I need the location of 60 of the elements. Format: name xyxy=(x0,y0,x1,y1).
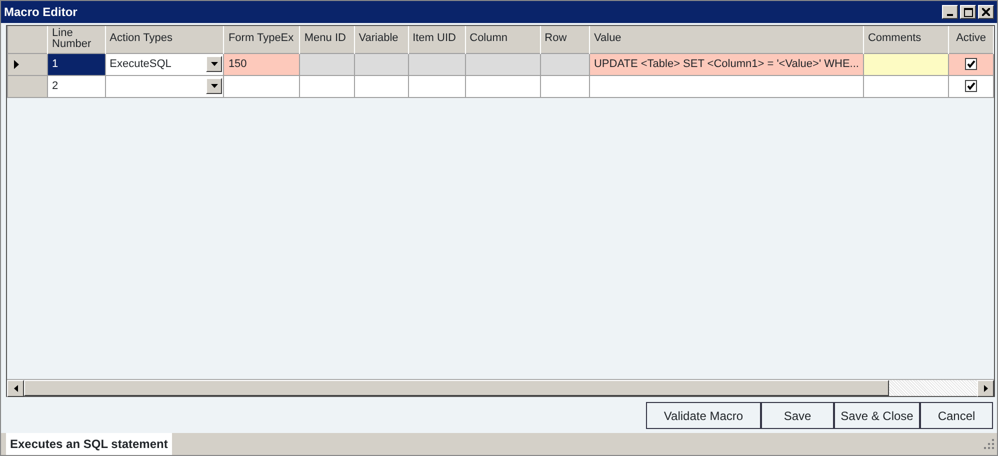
scroll-thumb[interactable] xyxy=(24,380,889,396)
column-header[interactable]: Variable xyxy=(354,26,408,53)
table-cell[interactable] xyxy=(408,53,466,75)
scroll-right-button[interactable] xyxy=(977,380,994,397)
right-arrow-icon xyxy=(984,385,988,392)
table-cell[interactable] xyxy=(354,53,408,75)
table-cell[interactable]: UPDATE <Table> SET <Column1> = '<Value>' WHE... xyxy=(589,53,864,75)
table-cell[interactable] xyxy=(948,75,994,97)
scroll-left-button[interactable] xyxy=(7,380,24,397)
caret-icon xyxy=(210,84,218,88)
table-cell[interactable] xyxy=(105,75,224,97)
column-header[interactable]: Item UID xyxy=(408,26,466,53)
column-header[interactable]: Line Number xyxy=(48,26,106,53)
left-arrow-icon xyxy=(14,385,18,392)
dialog-button[interactable]: Cancel xyxy=(920,402,993,429)
maximize-button[interactable] xyxy=(960,5,976,19)
row-header[interactable] xyxy=(8,53,48,75)
window-title: Macro Editor xyxy=(4,4,78,21)
table-cell[interactable] xyxy=(408,75,466,97)
column-header[interactable]: Value xyxy=(589,26,864,53)
dialog-button[interactable]: Validate Macro xyxy=(646,402,761,429)
resize-grip-icon xyxy=(984,439,994,449)
column-header[interactable]: Action Types xyxy=(105,26,224,53)
check-icon xyxy=(966,81,976,91)
checkbox[interactable] xyxy=(965,80,978,92)
checkbox[interactable] xyxy=(965,58,978,70)
caret-icon xyxy=(210,62,218,66)
table-cell[interactable] xyxy=(540,53,590,75)
table-cell[interactable] xyxy=(589,75,864,97)
table-cell[interactable] xyxy=(354,75,408,97)
table-cell[interactable] xyxy=(465,75,540,97)
table-cell[interactable] xyxy=(300,53,354,75)
column-header[interactable]: Form TypeEx xyxy=(224,26,300,53)
dropdown-button[interactable] xyxy=(206,78,222,94)
column-header[interactable]: Menu ID xyxy=(300,26,354,53)
table-cell[interactable] xyxy=(224,75,300,97)
dialog-button[interactable]: Save xyxy=(761,402,834,429)
column-header[interactable]: Active xyxy=(948,26,994,53)
column-header[interactable]: Column xyxy=(465,26,540,53)
table-cell[interactable]: ExecuteSQL xyxy=(105,53,224,75)
dialog-button[interactable]: Save & Close xyxy=(834,402,920,429)
status-text: Executes an SQL statement xyxy=(6,433,172,455)
table-cell[interactable]: 2 xyxy=(48,75,106,97)
close-icon xyxy=(982,8,990,16)
table-cell[interactable] xyxy=(863,53,949,75)
table-cell[interactable]: 150 xyxy=(224,53,300,75)
maximize-icon xyxy=(964,8,972,16)
column-header[interactable]: Row xyxy=(540,26,590,53)
table-cell[interactable] xyxy=(540,75,590,97)
close-button[interactable] xyxy=(978,5,994,19)
table-cell[interactable]: 1 xyxy=(48,53,106,75)
table-cell[interactable] xyxy=(948,53,994,75)
table-cell[interactable] xyxy=(465,53,540,75)
table-cell[interactable] xyxy=(863,75,949,97)
table-cell[interactable] xyxy=(300,75,354,97)
minimize-button[interactable] xyxy=(942,5,958,19)
dropdown-button[interactable] xyxy=(206,56,222,72)
check-icon xyxy=(966,59,976,69)
column-header[interactable]: Comments xyxy=(863,26,949,53)
current-row-icon xyxy=(14,60,19,68)
